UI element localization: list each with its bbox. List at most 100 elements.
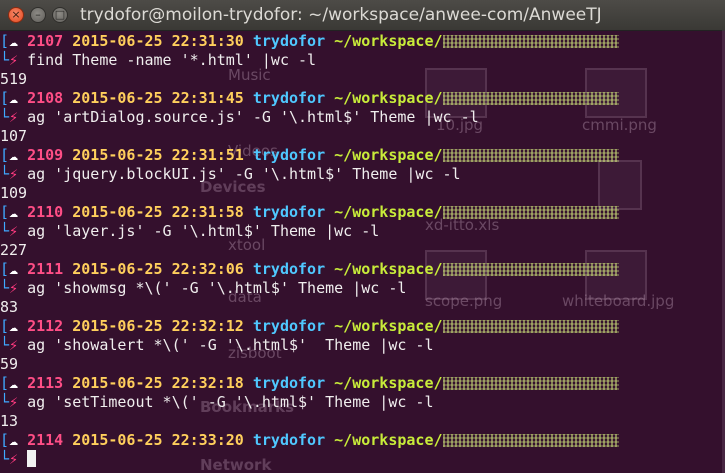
redacted-path [442,434,619,447]
command-text: ag 'showmsg *\(' -G '\.html$' Theme |wc … [27,279,407,297]
prompt-user: trydofor [252,431,326,449]
history-number: 2110 [27,203,64,221]
command-text: ag 'jquery.blockUI.js' -G '\.html$' Them… [27,165,461,183]
prompt-date: 2015-06-25 [72,89,163,107]
prompt-line: [☁ 2114 2015-06-25 22:33:20 trydofor ~/w… [0,431,725,450]
terminal-output[interactable]: [☁ 2107 2015-06-25 22:31:30 trydofor ~/w… [0,32,725,473]
title-bar[interactable]: × – □ trydofor@moilon-trydofor: ~/worksp… [0,0,725,31]
command-line: └⚡ ag 'showalert *\(' -G '\.html$' Theme… [0,336,725,355]
redacted-path [442,206,619,219]
prompt-user: trydofor [252,260,326,278]
prompt-line: [☁ 2110 2015-06-25 22:31:58 trydofor ~/w… [0,203,725,222]
prompt-path: ~/workspace/ [334,89,443,107]
redacted-path [442,320,619,333]
command-output: 107 [0,127,725,146]
command-line: └⚡ ag 'showmsg *\(' -G '\.html$' Theme |… [0,279,725,298]
cloud-icon: ☁ [9,146,19,164]
prompt-bracket-icon: └ [0,450,10,468]
redacted-path [442,149,619,162]
prompt-bracket-icon: └ [0,51,10,69]
prompt-user: trydofor [252,89,326,107]
redacted-path [442,263,619,276]
text-cursor[interactable] [27,450,37,467]
output-text: 83 [0,298,19,316]
prompt-user: trydofor [252,374,326,392]
lightning-icon: ⚡ [9,222,19,240]
prompt-bracket-icon: [ [0,32,10,50]
window-title: trydofor@moilon-trydofor: ~/workspace/an… [80,5,602,25]
close-icon: × [11,8,21,21]
command-output: 109 [0,184,725,203]
prompt-time: 22:32:12 [171,317,244,335]
prompt-date: 2015-06-25 [72,374,163,392]
prompt-time: 22:31:58 [171,203,244,221]
prompt-time: 22:32:06 [171,260,244,278]
history-number: 2111 [27,260,64,278]
prompt-bracket-icon: [ [0,317,10,335]
command-line: └⚡ find Theme -name '*.html' |wc -l [0,51,725,70]
terminal-window: × – □ trydofor@moilon-trydofor: ~/worksp… [0,0,725,473]
lightning-icon: ⚡ [9,393,19,411]
prompt-line: [☁ 2111 2015-06-25 22:32:06 trydofor ~/w… [0,260,725,279]
command-output: 59 [0,355,725,374]
history-number: 2107 [27,32,64,50]
lightning-icon: ⚡ [9,51,19,69]
cloud-icon: ☁ [9,431,19,449]
redacted-path [442,377,619,390]
command-line: └⚡ ag 'jquery.blockUI.js' -G '\.html$' T… [0,165,725,184]
prompt-path: ~/workspace/ [334,374,443,392]
output-text: 59 [0,355,19,373]
prompt-path: ~/workspace/ [334,203,443,221]
output-text: 109 [0,184,28,202]
cloud-icon: ☁ [9,260,19,278]
close-button[interactable]: × [8,7,24,23]
prompt-line: [☁ 2113 2015-06-25 22:32:18 trydofor ~/w… [0,374,725,393]
prompt-path: ~/workspace/ [334,317,443,335]
history-number: 2114 [27,431,64,449]
cloud-icon: ☁ [9,32,19,50]
output-text: 519 [0,70,28,88]
output-text: 227 [0,241,28,259]
command-text: find Theme -name '*.html' |wc -l [27,51,317,69]
cloud-icon: ☁ [9,203,19,221]
prompt-bracket-icon: └ [0,279,10,297]
cloud-icon: ☁ [9,89,19,107]
prompt-bracket-icon: [ [0,203,10,221]
prompt-date: 2015-06-25 [72,431,163,449]
command-line[interactable]: └⚡ [0,450,725,469]
maximize-button[interactable]: □ [52,7,68,23]
history-number: 2113 [27,374,64,392]
command-output: 83 [0,298,725,317]
command-output: 519 [0,70,725,89]
lightning-icon: ⚡ [9,336,19,354]
prompt-date: 2015-06-25 [72,32,163,50]
prompt-user: trydofor [252,203,326,221]
minimize-icon: – [35,8,41,21]
history-number: 2109 [27,146,64,164]
prompt-bracket-icon: [ [0,146,10,164]
command-line: └⚡ ag 'layer.js' -G '\.html$' Theme |wc … [0,222,725,241]
command-line: └⚡ ag 'artDialog.source.js' -G '\.html$'… [0,108,725,127]
lightning-icon: ⚡ [9,108,19,126]
prompt-date: 2015-06-25 [72,260,163,278]
prompt-user: trydofor [252,146,326,164]
command-text: ag 'artDialog.source.js' -G '\.html$' Th… [27,108,479,126]
command-output: 13 [0,412,725,431]
prompt-bracket-icon: [ [0,260,10,278]
prompt-date: 2015-06-25 [72,203,163,221]
prompt-line: [☁ 2107 2015-06-25 22:31:30 trydofor ~/w… [0,32,725,51]
prompt-time: 22:33:20 [171,431,244,449]
prompt-time: 22:32:18 [171,374,244,392]
prompt-bracket-icon: [ [0,89,10,107]
prompt-user: trydofor [252,317,326,335]
command-text: ag 'showalert *\(' -G '\.html$' Theme |w… [27,336,434,354]
prompt-line: [☁ 2109 2015-06-25 22:31:51 trydofor ~/w… [0,146,725,165]
redacted-path [442,35,619,48]
prompt-bracket-icon: [ [0,374,10,392]
prompt-path: ~/workspace/ [334,431,443,449]
lightning-icon: ⚡ [9,450,19,468]
minimize-button[interactable]: – [30,7,46,23]
prompt-path: ~/workspace/ [334,32,443,50]
prompt-date: 2015-06-25 [72,146,163,164]
prompt-bracket-icon: └ [0,222,10,240]
